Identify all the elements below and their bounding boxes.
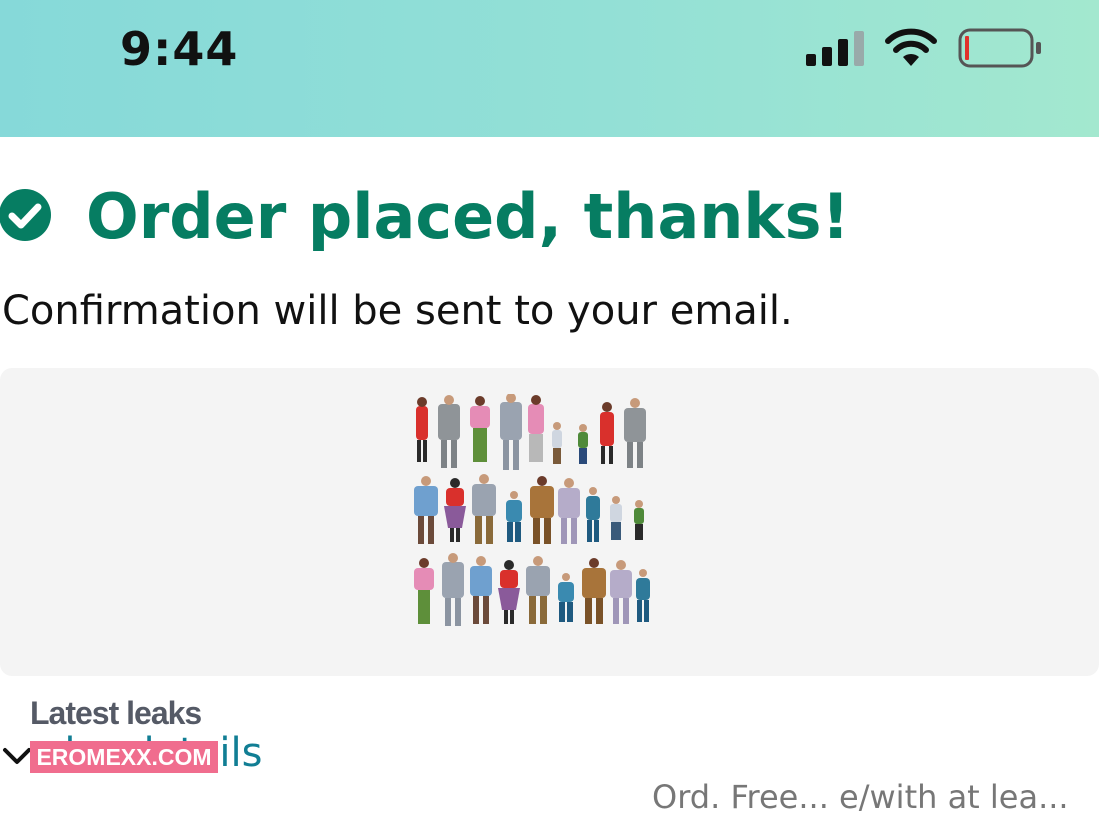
check-circle-icon [0,189,51,241]
cellular-signal-icon [806,31,864,66]
status-bar: 9:44 [0,0,1099,137]
product-card[interactable] [0,368,1099,676]
confirmation-message: Confirmation will be sent to your email. [2,288,793,334]
watermark-badge: EROMEXX.COM [30,741,218,773]
battery-low-icon [958,28,1041,68]
footer-hint-text: Ord. Free... e/with at lea... [652,778,1069,816]
miniature-people-figures-image[interactable] [406,394,658,634]
order-placed-heading: Order placed, thanks! [86,180,850,253]
status-time: 9:44 [120,22,239,76]
watermark-caption: Latest leaks [30,695,202,731]
chevron-down-icon[interactable] [2,746,32,766]
wifi-icon [885,28,937,66]
